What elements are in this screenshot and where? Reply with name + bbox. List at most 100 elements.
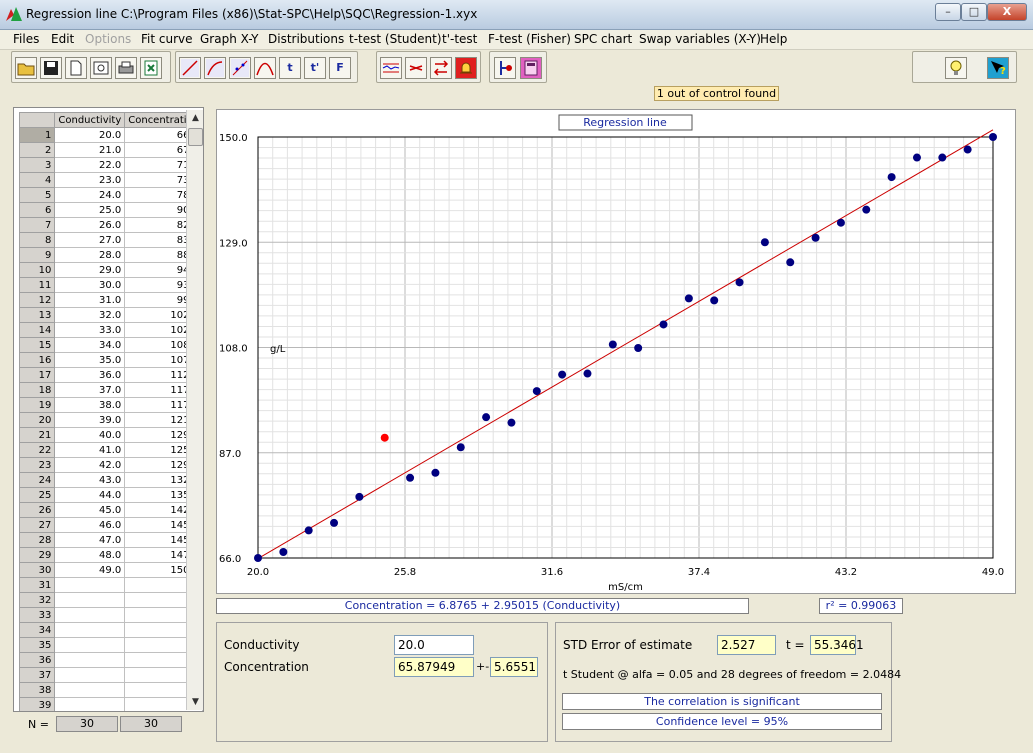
row-number[interactable]: 37	[18, 667, 56, 683]
row-number[interactable]: 10	[18, 262, 56, 278]
cell-x[interactable]: 23.0	[54, 172, 126, 188]
cell-x[interactable]: 44.0	[54, 487, 126, 503]
cell-x[interactable]: 29.0	[54, 262, 126, 278]
row-number[interactable]: 28	[18, 532, 56, 548]
row-number[interactable]: 1	[18, 127, 56, 143]
row-number[interactable]: 22	[18, 442, 56, 458]
cell-x[interactable]: 34.0	[54, 337, 126, 353]
cell-x[interactable]: 45.0	[54, 502, 126, 518]
menu-help[interactable]: Help	[760, 32, 787, 46]
cell-x[interactable]	[54, 637, 126, 653]
row-number[interactable]: 15	[18, 337, 56, 353]
row-number[interactable]: 3	[18, 157, 56, 173]
row-number[interactable]: 5	[18, 187, 56, 203]
row-number[interactable]: 9	[18, 247, 56, 263]
cell-x[interactable]: 25.0	[54, 202, 126, 218]
print-preview-icon[interactable]	[90, 57, 112, 79]
calculator-icon[interactable]	[520, 57, 542, 79]
row-number[interactable]: 20	[18, 412, 56, 428]
alarm-bell-icon[interactable]	[455, 57, 477, 79]
grid-corner[interactable]	[18, 112, 56, 128]
scroll-up-icon[interactable]: ▲	[187, 110, 203, 126]
row-number[interactable]: 11	[18, 277, 56, 293]
cell-x[interactable]: 30.0	[54, 277, 126, 293]
cell-x[interactable]: 43.0	[54, 472, 126, 488]
cell-x[interactable]: 49.0	[54, 562, 126, 578]
row-number[interactable]: 29	[18, 547, 56, 563]
menu-t-test[interactable]: t-test (Student)	[349, 32, 442, 46]
close-button[interactable]: X	[987, 3, 1027, 21]
menu-edit[interactable]: Edit	[51, 32, 74, 46]
cell-x[interactable]: 37.0	[54, 382, 126, 398]
scroll-down-icon[interactable]: ▼	[187, 694, 203, 710]
menu-swap-variables[interactable]: Swap variables (X-Y)	[639, 32, 761, 46]
open-folder-icon[interactable]	[15, 57, 37, 79]
t-prime-test-button[interactable]: t'	[304, 57, 326, 79]
f-test-button[interactable]: F	[329, 57, 351, 79]
cell-x[interactable]: 42.0	[54, 457, 126, 473]
cell-x[interactable]	[54, 607, 126, 623]
row-number[interactable]: 4	[18, 172, 56, 188]
distribution-icon[interactable]	[254, 57, 276, 79]
row-number[interactable]: 31	[18, 577, 56, 593]
row-number[interactable]: 13	[18, 307, 56, 323]
row-number[interactable]: 33	[18, 607, 56, 623]
cell-x[interactable]: 27.0	[54, 232, 126, 248]
grid-scrollbar[interactable]: ▲ ▼	[186, 110, 203, 710]
cell-x[interactable]	[54, 682, 126, 698]
row-number[interactable]: 6	[18, 202, 56, 218]
row-number[interactable]: 19	[18, 397, 56, 413]
print-icon[interactable]	[115, 57, 137, 79]
fit-tool-icon[interactable]	[494, 57, 516, 79]
lightbulb-icon[interactable]	[945, 57, 967, 79]
spc-chart-icon[interactable]	[380, 57, 402, 79]
row-number[interactable]: 32	[18, 592, 56, 608]
row-number[interactable]: 8	[18, 232, 56, 248]
minimize-button[interactable]: –	[935, 3, 961, 21]
cell-x[interactable]: 41.0	[54, 442, 126, 458]
scissors-icon[interactable]	[405, 57, 427, 79]
cell-x[interactable]: 32.0	[54, 307, 126, 323]
cell-x[interactable]: 33.0	[54, 322, 126, 338]
context-help-icon[interactable]: ?	[987, 57, 1009, 79]
row-number[interactable]: 27	[18, 517, 56, 533]
row-number[interactable]: 7	[18, 217, 56, 233]
row-number[interactable]: 35	[18, 637, 56, 653]
swap-xy-icon[interactable]	[430, 57, 452, 79]
row-number[interactable]: 39	[18, 697, 56, 711]
cell-x[interactable]: 48.0	[54, 547, 126, 563]
x-value-input[interactable]: 20.0	[394, 635, 474, 655]
cell-x[interactable]	[54, 652, 126, 668]
row-number[interactable]: 36	[18, 652, 56, 668]
new-document-icon[interactable]	[65, 57, 87, 79]
cell-x[interactable]: 47.0	[54, 532, 126, 548]
column-header[interactable]: Conductivity	[54, 112, 126, 128]
menu-graph-xy[interactable]: Graph X-Y	[200, 32, 258, 46]
row-number[interactable]: 23	[18, 457, 56, 473]
row-number[interactable]: 34	[18, 622, 56, 638]
row-number[interactable]: 38	[18, 682, 56, 698]
cell-x[interactable]	[54, 592, 126, 608]
save-icon[interactable]	[40, 57, 62, 79]
cell-x[interactable]: 31.0	[54, 292, 126, 308]
cell-x[interactable]: 35.0	[54, 352, 126, 368]
regression-chart-icon[interactable]	[179, 57, 201, 79]
menu-files[interactable]: Files	[13, 32, 39, 46]
cell-x[interactable]: 40.0	[54, 427, 126, 443]
cell-x[interactable]	[54, 622, 126, 638]
cell-x[interactable]: 36.0	[54, 367, 126, 383]
maximize-button[interactable]: □	[961, 3, 987, 21]
row-number[interactable]: 17	[18, 367, 56, 383]
cell-x[interactable]: 26.0	[54, 217, 126, 233]
menu-f-test[interactable]: F-test (Fisher)	[488, 32, 571, 46]
cell-x[interactable]: 24.0	[54, 187, 126, 203]
row-number[interactable]: 30	[18, 562, 56, 578]
menu-fit-curve[interactable]: Fit curve	[141, 32, 193, 46]
cell-x[interactable]: 22.0	[54, 157, 126, 173]
cell-x[interactable]: 38.0	[54, 397, 126, 413]
row-number[interactable]: 21	[18, 427, 56, 443]
row-number[interactable]: 26	[18, 502, 56, 518]
cell-x[interactable]: 20.0	[54, 127, 126, 143]
menu-options[interactable]: Options	[85, 32, 131, 46]
cell-x[interactable]: 21.0	[54, 142, 126, 158]
